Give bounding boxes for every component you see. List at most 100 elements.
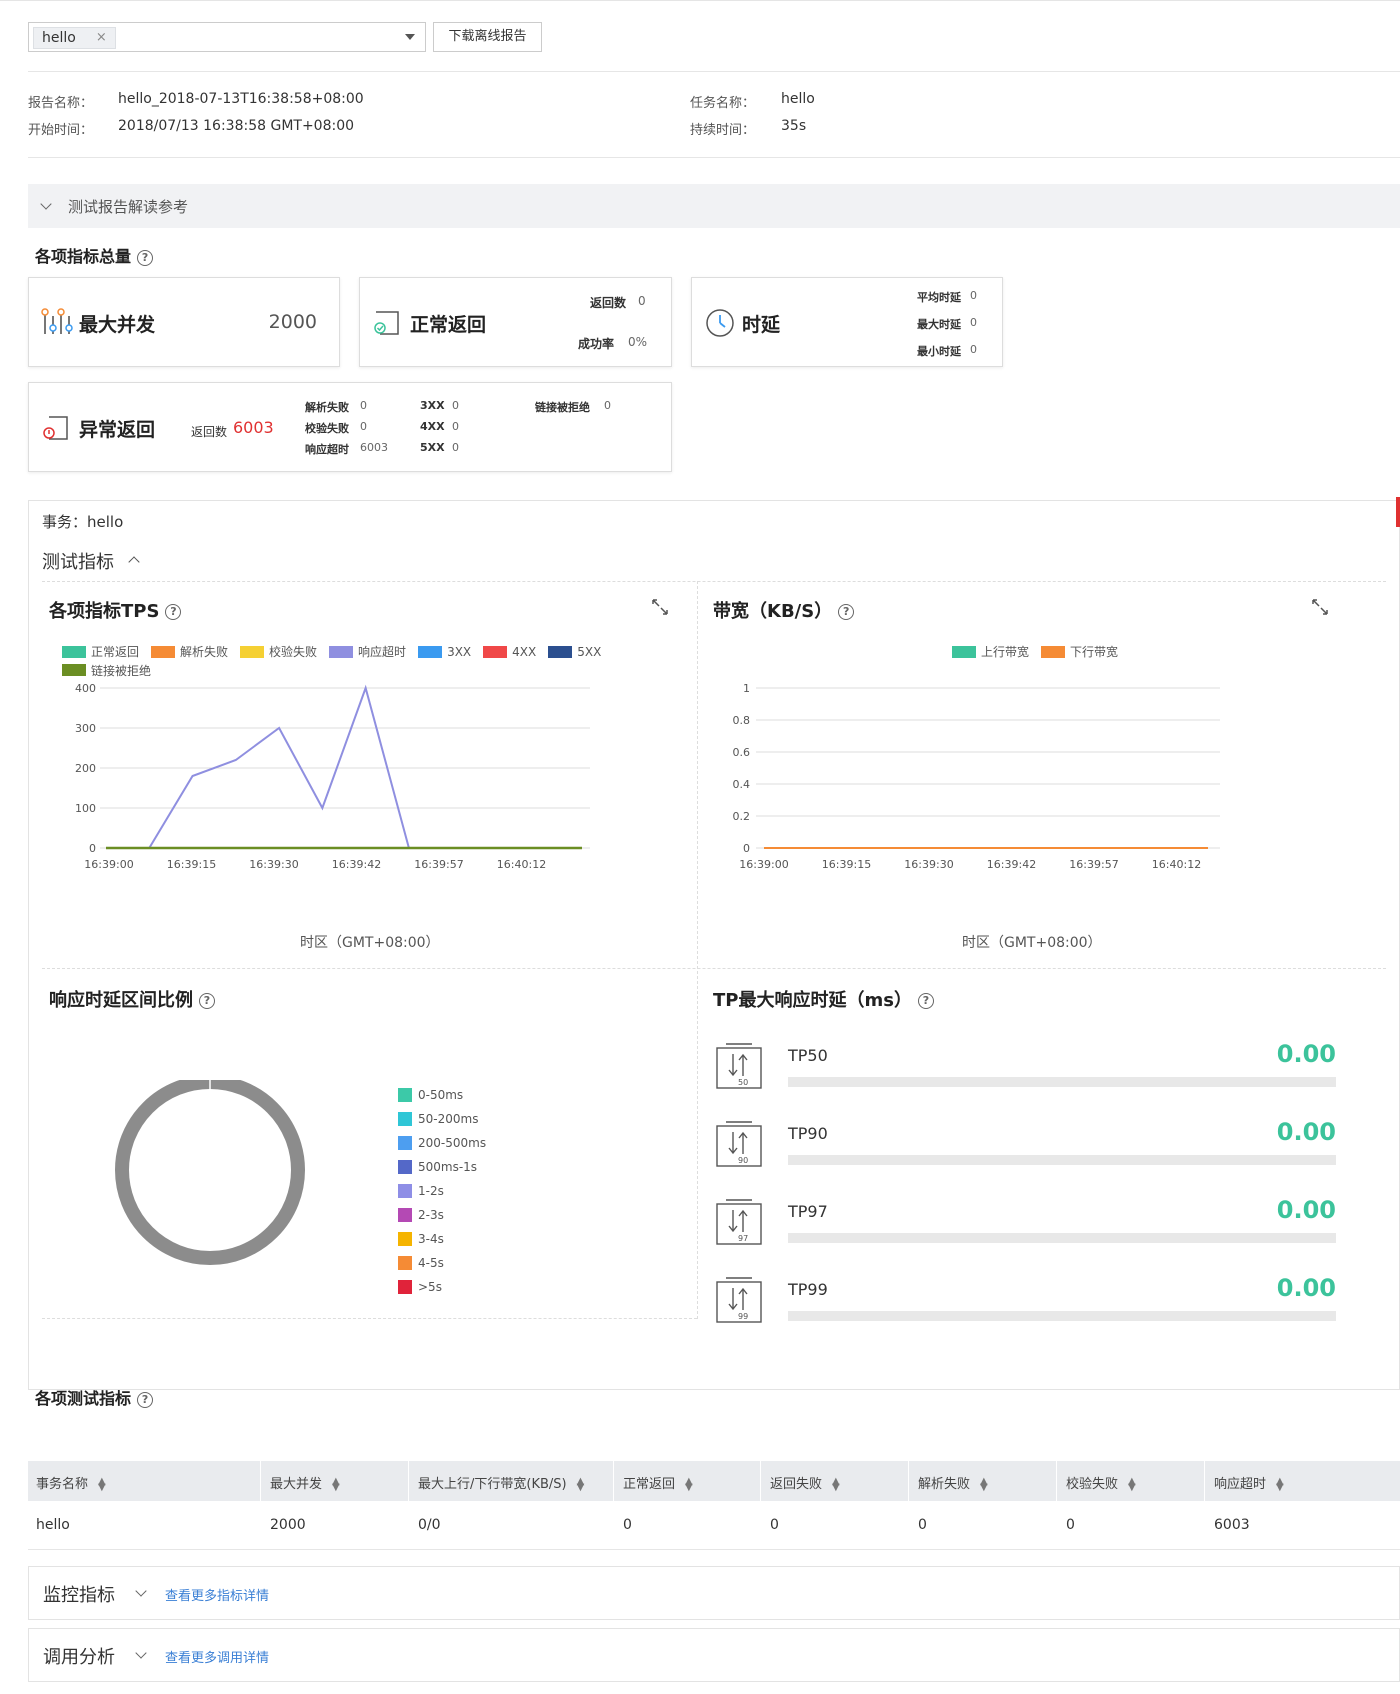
column-header[interactable]: 响应超时 ▲ ▼ [1214,1473,1284,1492]
tag-remove-icon[interactable]: × [96,28,107,48]
tp-icon-number: 99 [738,1312,748,1321]
help-icon[interactable]: ? [137,1391,154,1408]
normal-return-card: 正常返回 返回数 0 成功率 0% [359,277,672,367]
legend-item[interactable]: 1-2s [398,1179,486,1203]
legend-item[interactable]: 50-200ms [398,1107,486,1131]
x-tick-label: 16:39:30 [249,858,298,871]
help-icon[interactable]: ? [199,993,215,1009]
avg-latency-value: 0 [970,289,977,302]
column-header[interactable]: 返回失败 ▲ ▼ [770,1473,840,1492]
monitor-toggle[interactable]: 监控指标 [43,1581,115,1607]
legend-item[interactable]: 3-4s [398,1227,486,1251]
download-report-button[interactable]: 下载离线报告 [433,22,542,52]
legend-item[interactable]: 解析失败 [151,643,228,660]
success-rate-value: 0% [628,335,648,349]
task-select[interactable]: hello × [28,22,426,52]
table-cell: 0 [1066,1517,1075,1533]
legend-label: 50-200ms [418,1112,479,1126]
sort-icon[interactable]: ▲ ▼ [1276,1476,1284,1492]
report-name-value: hello_2018-07-13T16:38:58+08:00 [118,91,364,107]
legend-label: 校验失败 [269,645,318,659]
column-divider [1204,1461,1205,1501]
task-name-label: 任务名称： [690,96,756,111]
divider [28,1549,1400,1550]
legend-item[interactable]: 4-5s [398,1251,486,1275]
expand-icon[interactable] [1310,597,1330,617]
legend-item[interactable]: 5XX [548,645,601,659]
tp-icon: 97 [716,1199,762,1245]
chevron-down-icon [40,198,52,210]
column-divider [613,1461,614,1501]
help-icon[interactable]: ? [917,993,934,1009]
legend-label: 解析失败 [180,645,229,659]
legend-item[interactable]: 4XX [483,645,536,659]
latency-ratio-legend: 0-50ms 50-200ms 200-500ms 500ms-1s 1-2s 2-3s 3… [398,1083,486,1299]
x-tick-label: 16:39:00 [739,858,788,871]
tp-progress-bar [788,1311,1336,1321]
sort-icon[interactable]: ▲ ▼ [685,1476,693,1492]
legend-item[interactable]: 校验失败 [240,643,317,660]
task-name-value: hello [781,91,815,107]
column-header[interactable]: 校验失败 ▲ ▼ [1066,1473,1136,1492]
sort-icon[interactable]: ▲ ▼ [1128,1476,1136,1492]
clock-icon [706,309,734,337]
sort-icon[interactable]: ▲ ▼ [332,1476,340,1492]
legend-label: 3XX [447,644,472,659]
y-tick-label: 200 [75,762,96,775]
selected-tag: hello × [33,27,116,49]
column-header[interactable]: 正常返回 ▲ ▼ [623,1473,693,1492]
legend-item[interactable]: 响应超时 [329,643,406,660]
report-guide-toggle[interactable]: 测试报告解读参考 [28,184,1400,228]
sort-icon[interactable]: ▲ ▼ [832,1476,840,1492]
expand-icon[interactable] [650,597,670,617]
metrics-toggle[interactable]: 测试指标 [42,548,140,574]
normal-return-count-label: 返回数 [590,296,627,310]
monitor-details-link[interactable]: 查看更多指标详情 [165,1585,269,1604]
legend-item[interactable]: 500ms-1s [398,1155,486,1179]
column-header[interactable]: 事务名称 ▲ ▼ [36,1473,106,1492]
legend-swatch [398,1112,412,1126]
legend-item[interactable]: 0-50ms [398,1083,486,1107]
success-rate-label: 成功率 [578,337,615,351]
y-tick-label: 300 [75,722,96,735]
column-header[interactable]: 最大上行/下行带宽(KB/S) ▲ ▼ [418,1473,584,1492]
sort-icon[interactable]: ▲ ▼ [98,1476,106,1492]
chevron-down-icon[interactable] [405,34,415,40]
y-tick-label: 0.8 [733,714,751,727]
help-icon[interactable]: ? [137,249,154,266]
tp-label: TP99 [788,1280,828,1299]
latency-label: 时延 [742,314,781,336]
chevron-down-icon[interactable] [135,1585,147,1597]
y-tick-label: 400 [75,682,96,695]
call-details-link[interactable]: 查看更多调用详情 [165,1647,269,1666]
max-concurrency-card: 最大并发 2000 [28,277,340,367]
help-icon[interactable]: ? [165,604,182,620]
sort-icon[interactable]: ▲ ▼ [577,1476,585,1492]
divider [28,71,1400,72]
legend-item[interactable]: 链接被拒绝 [62,662,151,679]
legend-label: 3-4s [418,1232,444,1246]
5xx-label: 5XX [420,441,445,454]
legend-item[interactable]: 下行带宽 [1041,643,1118,660]
legend-item[interactable]: 3XX [418,645,471,659]
column-header[interactable]: 最大并发 ▲ ▼ [270,1473,340,1492]
empty-ring [115,1080,305,1265]
column-header[interactable]: 解析失败 ▲ ▼ [918,1473,988,1492]
table-row[interactable]: hello 2000 0/0 0 0 0 0 6003 [28,1501,1400,1549]
call-analysis-toggle[interactable]: 调用分析 [43,1643,115,1669]
legend-item[interactable]: 200-500ms [398,1131,486,1155]
help-icon[interactable]: ? [838,604,855,620]
verify-fail-value: 0 [360,420,367,433]
legend-item[interactable]: 2-3s [398,1203,486,1227]
tp-row: 99 TP99 0.00 [716,1274,1336,1352]
legend-item[interactable]: >5s [398,1275,486,1299]
normal-return-icon [374,311,399,335]
legend-label: 上行带宽 [981,645,1030,659]
legend-item[interactable]: 上行带宽 [952,643,1029,660]
legend-item[interactable]: 正常返回 [62,643,139,660]
tps-legend: 正常返回 解析失败 校验失败 响应超时 3XX 4XX 5XX 链接被拒绝 [62,643,702,680]
sort-icon[interactable]: ▲ ▼ [980,1476,988,1492]
legend-swatch [418,645,443,658]
chevron-down-icon[interactable] [135,1647,147,1659]
timeout-value: 6003 [360,441,388,454]
